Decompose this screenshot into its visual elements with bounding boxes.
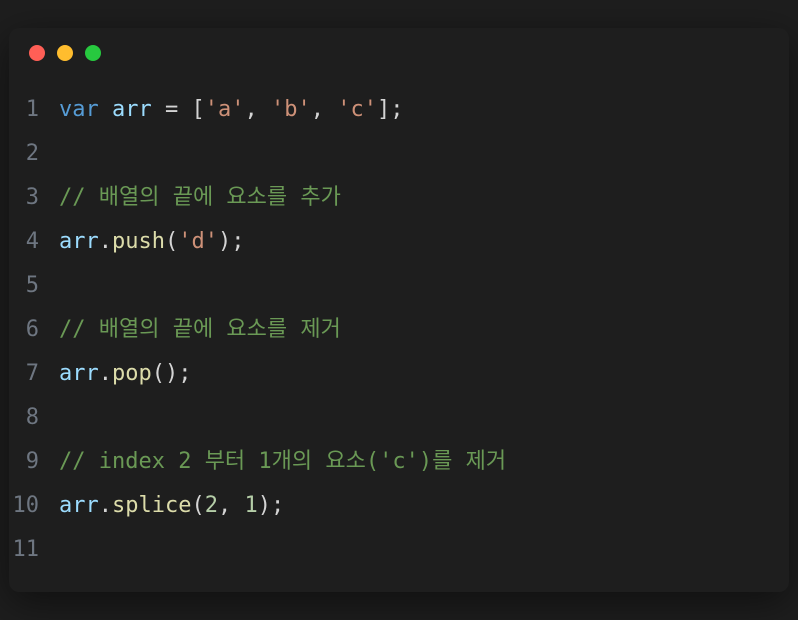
close-icon[interactable] [29,45,45,61]
token-num: 1 [244,493,257,518]
line-number: 8 [9,396,59,440]
code-line: 6// 배열의 끝에 요소를 제거 [9,308,789,352]
token-op: ( [191,493,204,518]
token-num: 2 [205,493,218,518]
token-comment: // index 2 부터 1개의 요소('c')를 제거 [59,449,506,474]
code-line: 5 [9,264,789,308]
line-number: 9 [9,440,59,484]
code-line: 1var arr = ['a', 'b', 'c']; [9,88,789,132]
code-area: 1var arr = ['a', 'b', 'c'];23// 배열의 끝에 요… [9,78,789,592]
line-number: 1 [9,88,59,132]
line-number: 10 [9,484,59,528]
token-func: splice [112,493,191,518]
token-op: ]; [377,97,404,122]
code-content: arr.pop(); [59,352,192,396]
token-op: , [311,97,338,122]
token-op: ); [218,229,245,254]
code-content: // index 2 부터 1개의 요소('c')를 제거 [59,440,506,484]
token-func: push [112,229,165,254]
line-number: 7 [9,352,59,396]
token-op: , [218,493,245,518]
line-number: 11 [9,528,59,572]
code-line: 3// 배열의 끝에 요소를 추가 [9,176,789,220]
maximize-icon[interactable] [85,45,101,61]
token-op: = [ [152,97,205,122]
code-line: 11 [9,528,789,572]
code-content: // 배열의 끝에 요소를 제거 [59,308,341,352]
token-str: 'd' [178,229,218,254]
code-content: var arr = ['a', 'b', 'c']; [59,88,403,132]
code-line: 9// index 2 부터 1개의 요소('c')를 제거 [9,440,789,484]
line-number: 2 [9,132,59,176]
code-line: 7arr.pop(); [9,352,789,396]
line-number: 3 [9,176,59,220]
token-str: 'b' [271,97,311,122]
token-op: , [244,97,271,122]
token-op: (); [152,361,192,386]
code-line: 8 [9,396,789,440]
token-comment: // 배열의 끝에 요소를 추가 [59,185,341,210]
token-comment: // 배열의 끝에 요소를 제거 [59,317,341,342]
token-op: . [99,493,112,518]
token-str: 'a' [205,97,245,122]
code-window: 1var arr = ['a', 'b', 'c'];23// 배열의 끝에 요… [9,28,789,592]
code-line: 4arr.push('d'); [9,220,789,264]
token-var: arr [112,97,152,122]
token-op [99,97,112,122]
line-number: 4 [9,220,59,264]
token-op: ); [258,493,285,518]
line-number: 6 [9,308,59,352]
token-var: arr [59,229,99,254]
token-str: 'c' [337,97,377,122]
token-op: . [99,229,112,254]
token-kw: var [59,97,99,122]
token-var: arr [59,493,99,518]
window-titlebar [9,28,789,78]
token-op: ( [165,229,178,254]
token-op: . [99,361,112,386]
line-number: 5 [9,264,59,308]
token-func: pop [112,361,152,386]
code-content: arr.push('d'); [59,220,244,264]
token-var: arr [59,361,99,386]
code-content: // 배열의 끝에 요소를 추가 [59,176,341,220]
code-line: 2 [9,132,789,176]
code-line: 10arr.splice(2, 1); [9,484,789,528]
code-content: arr.splice(2, 1); [59,484,284,528]
minimize-icon[interactable] [57,45,73,61]
